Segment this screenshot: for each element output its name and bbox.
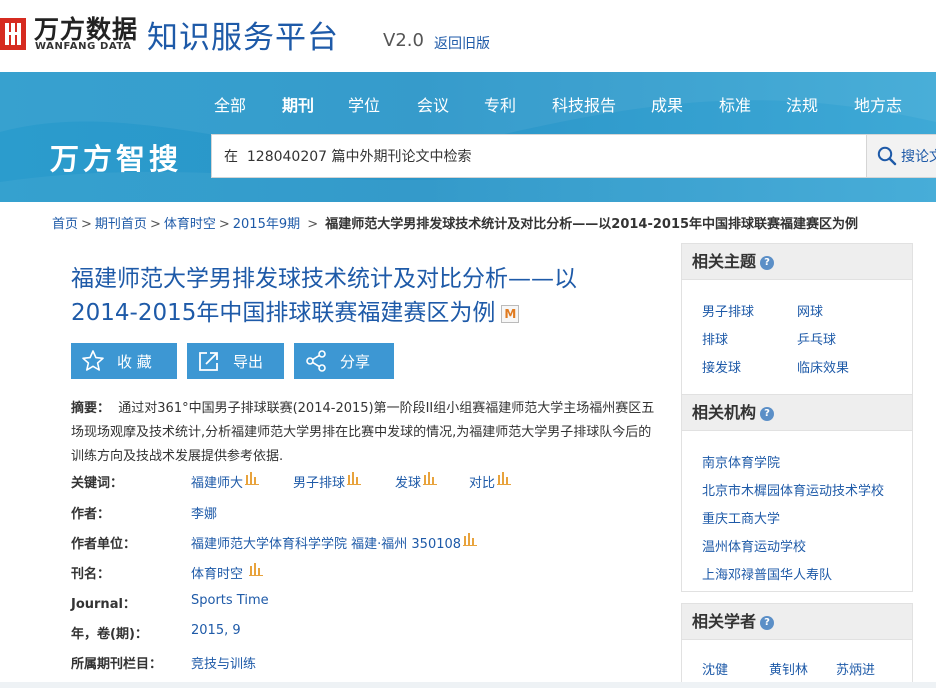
abstract-text: 通过对361°中国男子排球联赛(2014-2015)第一阶段II组小组赛福建师范… [71,401,655,464]
help-icon[interactable]: ? [760,406,775,421]
related-scholars-panel: 相关学者? 沈健 黄钊林 苏炳进 [681,603,913,688]
export-icon [199,352,218,371]
article-title: 福建师范大学男排发球技术统计及对比分析——以2014-2015年中国排球联赛福建… [71,262,631,330]
old-version-link[interactable]: 返回旧版 [434,33,490,53]
share-button[interactable]: 分享 [294,343,394,379]
chart-icon [497,472,512,485]
abstract: 摘要： 通过对361°中国男子排球联赛(2014-2015)第一阶段II组小组赛… [71,397,661,469]
related-institution-link[interactable]: 温州体育运动学校 [702,536,806,555]
related-topic-link[interactable]: 男子排球 [702,301,754,320]
author-label: 作者： [71,507,111,522]
related-institution-link[interactable]: 上海邓禄普国华人寿队 [702,564,832,583]
nav-item-standard[interactable]: 标准 [719,92,751,116]
search-banner: 全部 期刊 学位 会议 专利 科技报告 成果 标准 法规 地方志 万方智搜 搜论… [0,72,936,202]
search-input[interactable] [212,135,866,177]
breadcrumb: 首页 > 期刊首页 > 体育时空 >2015年9期 > 福建师范大学男排发球技术统计及对比… [52,217,859,232]
author-row: 作者： 李娜 [71,503,631,523]
chart-icon [423,472,438,485]
keyword-link[interactable]: 发球 [395,472,438,491]
related-institution-link[interactable]: 重庆工商大学 [702,508,780,527]
related-institutions-panel: 相关机构? 南京体育学院 北京市木樨园体育运动技术学校 重庆工商大学 温州体育运… [681,394,913,592]
top-header: 万方数据 WANFANG DATA 知识服务平台 V2.0 返回旧版 [0,0,936,72]
search-icon [877,146,897,166]
star-icon [82,350,104,371]
column-link[interactable]: 竞技与训练 [191,653,256,672]
journal-name-row: 刊名： 体育时空 [71,563,631,583]
keywords-row: 关键词： 福建师大 男子排球 发球 对比 [71,472,631,492]
journal-name-label: 刊名： [71,567,111,582]
journal-name-link[interactable]: 体育时空 [191,563,264,582]
chart-icon [463,533,478,546]
m-badge-icon[interactable]: M [501,304,520,323]
keywords-label: 关键词： [71,476,124,491]
logo-english-text: WANFANG DATA [35,41,132,52]
collect-button-label: 收 藏 [117,352,152,371]
journal-en-row: Journal： Sports Time [71,593,631,613]
affiliation-label: 作者单位： [71,537,137,552]
keyword-link[interactable]: 福建师大 [191,472,260,491]
nav-item-patent[interactable]: 专利 [484,92,516,116]
breadcrumb-issue[interactable]: 2015年9期 [233,217,300,232]
related-topic-link[interactable]: 网球 [797,301,823,320]
nav-item-local-chronicle[interactable]: 地方志 [854,92,902,116]
search-button[interactable]: 搜论文 [866,134,936,178]
chart-icon [249,563,264,576]
smart-search-brand: 万方智搜 [50,142,183,176]
related-scholar-link[interactable]: 沈健 [702,659,728,678]
related-institution-link[interactable]: 北京市木樨园体育运动技术学校 [702,480,884,499]
abstract-label: 摘要： [71,401,111,416]
keyword-link[interactable]: 对比 [469,472,512,491]
nav-item-journal[interactable]: 期刊 [282,92,314,116]
affiliation-row: 作者单位： 福建师范大学体育科学学院 福建·福州 350108 [71,533,631,553]
related-scholars-header: 相关学者? [682,604,912,640]
breadcrumb-journal-home[interactable]: 期刊首页 [95,217,147,232]
author-link[interactable]: 李娜 [191,503,217,522]
related-topic-link[interactable]: 乒乓球 [797,329,836,348]
keyword-link[interactable]: 男子排球 [293,472,362,491]
share-button-label: 分享 [340,352,371,371]
nav-item-conference[interactable]: 会议 [417,92,449,116]
column-row: 所属期刊栏目： 竞技与训练 [71,653,631,673]
issue-link[interactable]: 2015, 9 [191,623,241,638]
affiliation-link[interactable]: 福建师范大学体育科学学院 福建·福州 350108 [191,533,478,552]
related-scholar-link[interactable]: 苏炳进 [836,659,875,678]
related-topic-link[interactable]: 临床效果 [797,357,849,376]
related-institutions-header: 相关机构? [682,395,912,431]
export-button[interactable]: 导出 [187,343,284,379]
nav-item-tech-report[interactable]: 科技报告 [552,92,616,116]
wanfang-logo-icon [0,18,26,50]
journal-en-link[interactable]: Sports Time [191,593,269,608]
share-icon [306,350,326,372]
search-box [211,134,867,178]
breadcrumb-journal[interactable]: 体育时空 [164,217,216,232]
related-topic-link[interactable]: 接发球 [702,357,741,376]
issue-label: 年，卷(期)： [71,627,148,642]
column-label: 所属期刊栏目： [71,657,163,672]
journal-en-label: Journal： [71,597,136,612]
issue-row: 年，卷(期)： 2015, 9 [71,623,631,643]
collect-button[interactable]: 收 藏 [71,343,177,379]
nav-item-regulation[interactable]: 法规 [786,92,818,116]
search-button-label: 搜论文 [901,149,936,165]
related-scholar-link[interactable]: 黄钊林 [769,659,808,678]
help-icon[interactable]: ? [760,615,775,630]
related-topics-header: 相关主题? [682,244,912,280]
nav-item-degree[interactable]: 学位 [348,92,380,116]
help-icon[interactable]: ? [760,255,775,270]
platform-title: 知识服务平台 [147,20,339,56]
chart-icon [245,472,260,485]
chart-icon [347,472,362,485]
export-button-label: 导出 [233,352,264,371]
breadcrumb-home[interactable]: 首页 [52,217,78,232]
related-topics-panel: 相关主题? 男子排球 网球 排球 乒乓球 接发球 临床效果 [681,243,913,395]
nav-item-all[interactable]: 全部 [214,92,246,116]
related-institution-link[interactable]: 南京体育学院 [702,452,780,471]
version-label: V2.0 [383,30,424,51]
related-topic-link[interactable]: 排球 [702,329,728,348]
breadcrumb-current: 福建师范大学男排发球技术统计及对比分析——以2014-2015年中国排球联赛福建… [325,217,859,232]
bottom-scrollbar-strip [0,682,936,688]
nav-item-achievement[interactable]: 成果 [651,92,683,116]
